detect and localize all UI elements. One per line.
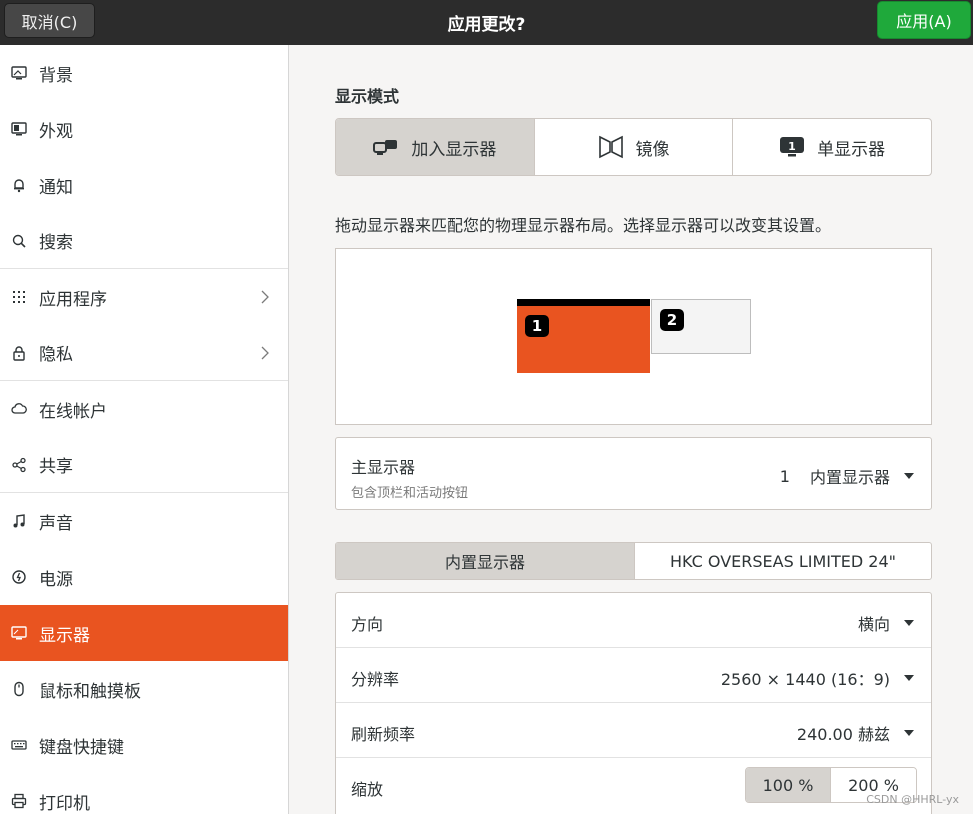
header-bar: 取消(C) 应用更改? 应用(A) (0, 0, 973, 45)
printer-icon (10, 792, 28, 810)
scale-100-button[interactable]: 100 % (746, 768, 831, 802)
monitor-settings-list: 方向 横向 分辨率 2560 × 1440 (16：9) 刷新频率 240.00… (335, 592, 932, 814)
primary-display-dropdown[interactable]: 1 内置显示器 (780, 464, 914, 488)
cancel-button[interactable]: 取消(C) (4, 3, 95, 38)
refresh-rate-row[interactable]: 刷新频率 240.00 赫兹 (336, 703, 931, 758)
sidebar-item-online-accounts[interactable]: 在线帐户 (0, 381, 288, 437)
display-mode-title: 显示模式 (335, 87, 400, 106)
tab-hkc-display[interactable]: HKC OVERSEAS LIMITED 24" (635, 543, 931, 579)
sidebar-item-displays[interactable]: 显示器 (0, 605, 288, 661)
power-icon (10, 568, 28, 586)
dropdown-arrow-icon (904, 620, 914, 626)
sidebar-item-sound[interactable]: 声音 (0, 493, 288, 549)
monitor-1-preview[interactable]: 1 (517, 299, 650, 373)
sidebar-item-label: 在线帐户 (39, 401, 107, 422)
primary-display-value: 内置显示器 (809, 468, 890, 487)
mode-mirror-button[interactable]: 镜像 (535, 119, 734, 175)
mode-label: 单显示器 (817, 139, 886, 160)
sidebar-item-applications[interactable]: 应用程序 (0, 269, 288, 325)
display-mode-selector: 加入显示器 镜像 1 单显示器 (335, 118, 932, 176)
sidebar-item-label: 通知 (39, 177, 73, 198)
svg-text:1: 1 (788, 140, 796, 153)
monitor-tabs: 内置显示器 HKC OVERSEAS LIMITED 24" (335, 542, 932, 580)
background-icon (10, 64, 28, 82)
join-displays-icon (373, 140, 398, 155)
dropdown-arrow-icon (904, 473, 914, 479)
refresh-rate-label: 刷新频率 (351, 725, 416, 744)
lock-icon (10, 344, 28, 362)
search-icon (10, 232, 28, 250)
primary-display-subtitle: 包含顶栏和活动按钮 (351, 486, 469, 501)
chevron-right-icon (261, 346, 269, 359)
dropdown-arrow-icon (904, 675, 914, 681)
apps-grid-icon (10, 288, 28, 306)
apply-button[interactable]: 应用(A) (877, 1, 971, 39)
sidebar-item-printers[interactable]: 打印机 (0, 773, 288, 814)
sidebar-item-label: 打印机 (39, 793, 90, 814)
sidebar-item-label: 应用程序 (39, 289, 107, 310)
sidebar-item-mouse-touchpad[interactable]: 鼠标和触摸板 (0, 661, 288, 717)
sidebar-item-sharing[interactable]: 共享 (0, 437, 288, 493)
mode-label: 加入显示器 (411, 139, 497, 160)
mouse-icon (10, 680, 28, 698)
sidebar-item-label: 隐私 (39, 345, 73, 365)
sidebar-item-appearance[interactable]: 外观 (0, 101, 288, 157)
orientation-value: 横向 (857, 615, 890, 634)
sidebar-item-label: 外观 (39, 121, 73, 142)
chevron-right-icon (261, 290, 269, 304)
monitor-number-badge: 1 (525, 315, 549, 337)
sidebar-item-label: 键盘快捷键 (39, 737, 124, 758)
orientation-dropdown[interactable]: 横向 (858, 611, 914, 635)
monitor-2-preview[interactable]: 2 (651, 299, 751, 354)
dropdown-arrow-icon (904, 730, 914, 736)
primary-display-title: 主显示器 (351, 458, 416, 477)
scale-label: 缩放 (351, 780, 384, 799)
display-settings-panel: 显示模式 加入显示器 镜像 1 单显示器 拖动显示器来匹配您的物理显示器布局。选… (290, 45, 973, 814)
single-display-icon: 1 (780, 137, 805, 157)
appearance-icon (10, 120, 28, 138)
mode-join-displays-button[interactable]: 加入显示器 (336, 119, 535, 175)
primary-display-row[interactable]: 主显示器 包含顶栏和活动按钮 1 内置显示器 (335, 437, 932, 510)
arrangement-hint: 拖动显示器来匹配您的物理显示器布局。选择显示器可以改变其设置。 (335, 216, 832, 235)
keyboard-icon (10, 736, 28, 754)
dialog-title: 应用更改? (447, 15, 526, 35)
sidebar-item-search[interactable]: 搜索 (0, 213, 288, 269)
sidebar-item-background[interactable]: 背景 (0, 45, 288, 101)
settings-sidebar: 背景 外观 通知 搜索 应用程序 隐私 在线帐户 共享 声音 电源 显示器 鼠标… (0, 45, 289, 814)
sidebar-item-label: 鼠标和触摸板 (39, 681, 141, 702)
mode-single-display-button[interactable]: 1 单显示器 (733, 119, 931, 175)
refresh-rate-value: 240.00 赫兹 (796, 725, 890, 744)
mode-label: 镜像 (635, 139, 670, 160)
sidebar-item-label: 显示器 (39, 625, 90, 646)
resolution-label: 分辨率 (351, 670, 400, 689)
monitor-arrangement-area: 1 2 (335, 248, 932, 425)
refresh-rate-dropdown[interactable]: 240.00 赫兹 (797, 721, 914, 745)
sidebar-item-label: 搜索 (39, 233, 73, 253)
resolution-dropdown[interactable]: 2560 × 1440 (16：9) (721, 666, 914, 690)
orientation-row[interactable]: 方向 横向 (336, 593, 931, 648)
sidebar-item-power[interactable]: 电源 (0, 549, 288, 605)
display-icon (10, 624, 28, 642)
sidebar-item-label: 共享 (39, 457, 73, 477)
music-note-icon (10, 512, 28, 530)
mirror-icon (598, 135, 623, 159)
monitor-number-badge: 2 (660, 309, 684, 331)
sidebar-item-keyboard-shortcuts[interactable]: 键盘快捷键 (0, 717, 288, 773)
share-icon (10, 456, 28, 474)
sidebar-item-notifications[interactable]: 通知 (0, 157, 288, 213)
sidebar-item-label: 背景 (39, 65, 73, 86)
bell-icon (10, 176, 28, 194)
resolution-value: 2560 × 1440 (16：9) (720, 670, 890, 689)
sidebar-item-label: 电源 (39, 569, 73, 590)
scale-row: 缩放 100 % 200 % (336, 758, 931, 813)
cloud-icon (10, 400, 28, 418)
sidebar-item-privacy[interactable]: 隐私 (0, 325, 288, 381)
resolution-row[interactable]: 分辨率 2560 × 1440 (16：9) (336, 648, 931, 703)
orientation-label: 方向 (351, 615, 384, 634)
primary-display-number: 1 (779, 466, 790, 486)
watermark-text: CSDN @HHRL-yx (866, 793, 959, 806)
sidebar-item-label: 声音 (39, 513, 73, 534)
tab-builtin-display[interactable]: 内置显示器 (336, 543, 635, 579)
